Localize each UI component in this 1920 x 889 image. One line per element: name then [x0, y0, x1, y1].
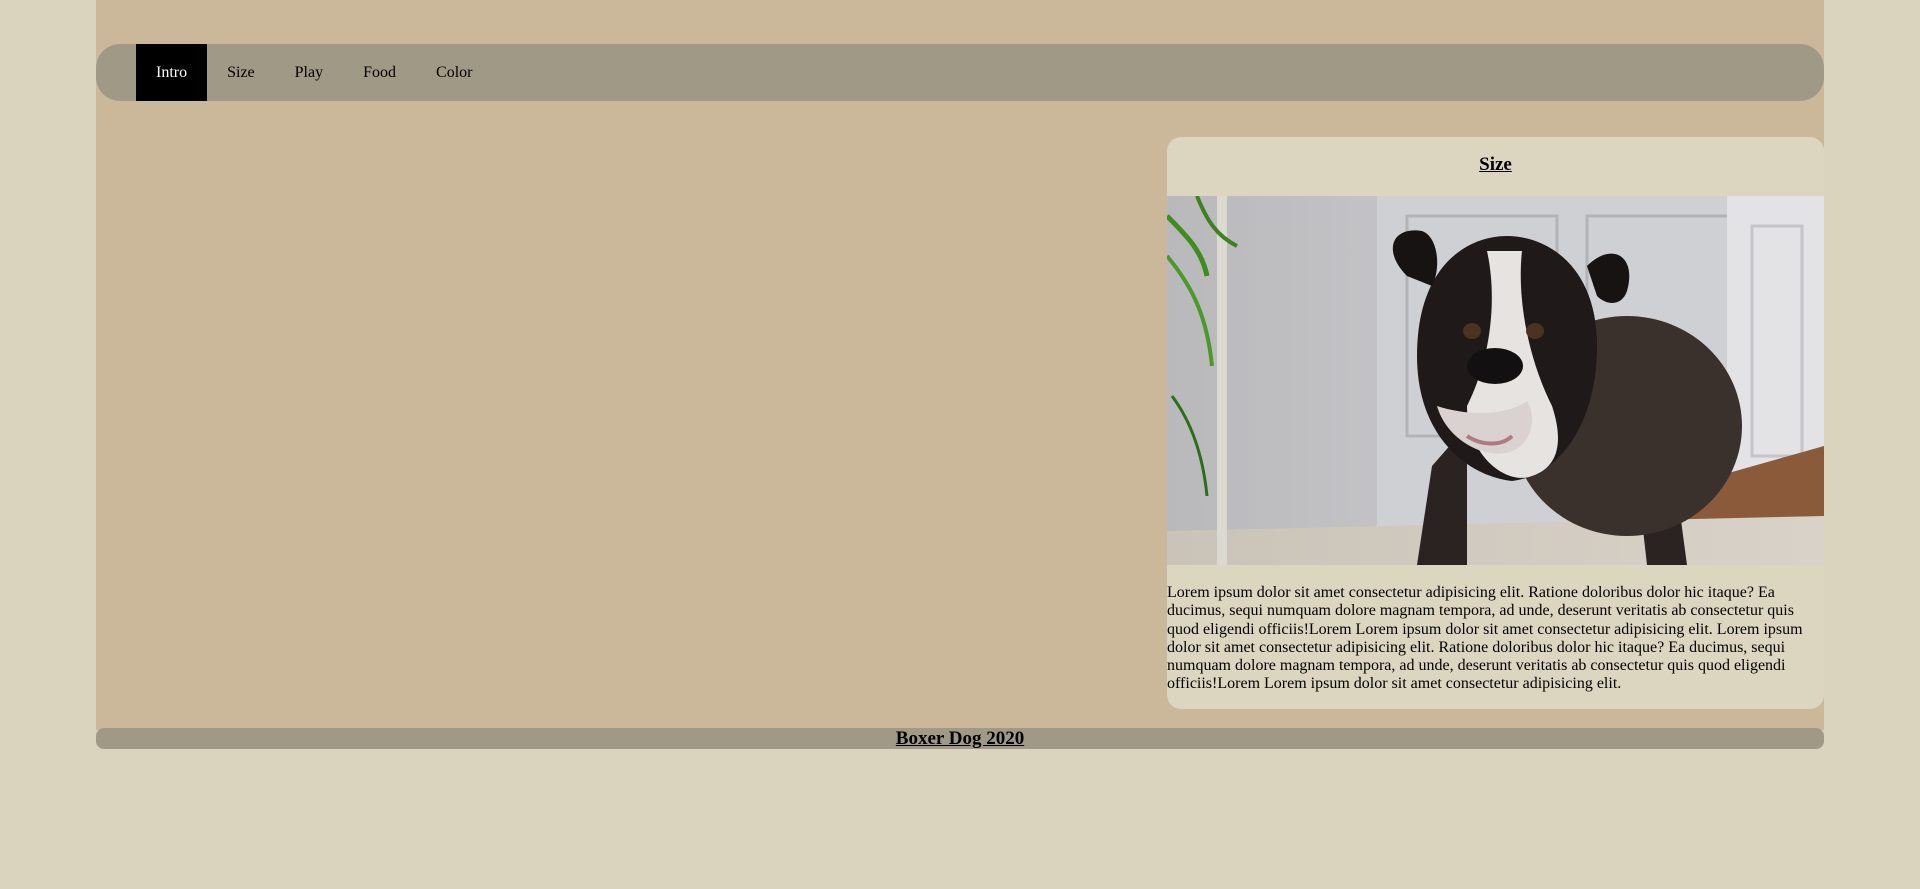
- nav-item-intro[interactable]: Intro: [136, 44, 208, 101]
- card-title: Size: [1479, 154, 1512, 175]
- page-container: Intro Size Play Food Color Size Lorem ip…: [96, 0, 1824, 749]
- footer: Boxer Dog 2020: [96, 728, 1824, 749]
- boxer-dog-photo: [1167, 196, 1824, 565]
- nav-list: Intro Size Play Food Color: [136, 44, 492, 101]
- nav-item-food[interactable]: Food: [343, 44, 416, 101]
- card-description: Lorem ipsum dolor sit amet consectetur a…: [1167, 584, 1803, 693]
- size-card: Size Lorem ipsum dolor sit amet consecte…: [1167, 137, 1824, 709]
- footer-title: Boxer Dog 2020: [895, 728, 1025, 749]
- nav-item-size[interactable]: Size: [207, 44, 275, 101]
- nav-item-play[interactable]: Play: [275, 44, 343, 101]
- navbar: Intro Size Play Food Color: [96, 44, 1824, 101]
- nav-item-color[interactable]: Color: [416, 44, 492, 101]
